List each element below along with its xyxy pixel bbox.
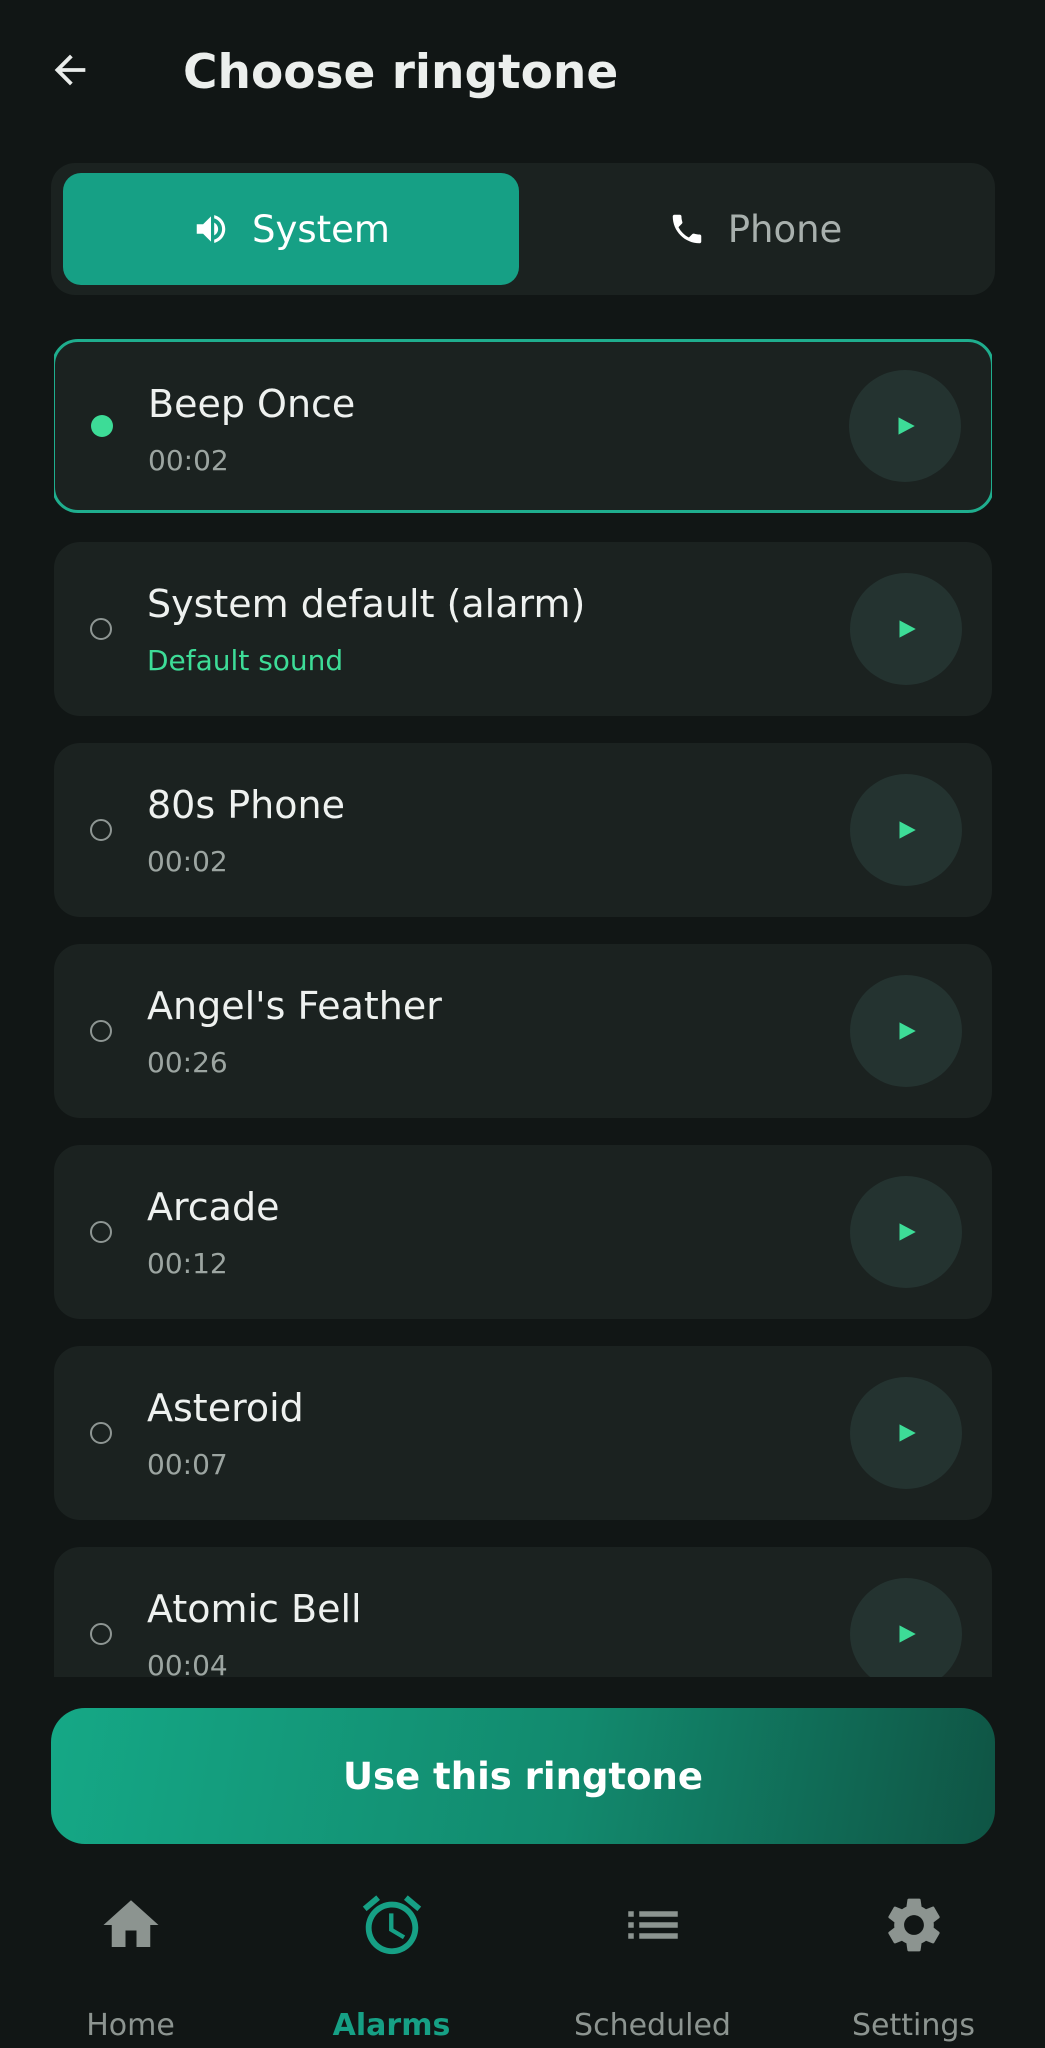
tab-phone-label: Phone xyxy=(727,207,843,251)
ringtone-item[interactable]: System default (alarm) Default sound xyxy=(54,542,992,716)
phone-icon xyxy=(672,214,701,244)
ringtone-list: Beep Once 00:02 System default (alarm) D… xyxy=(54,337,992,1677)
list-icon xyxy=(618,1890,688,1960)
ringtone-item[interactable]: Asteroid 00:07 xyxy=(54,1346,992,1520)
back-button[interactable] xyxy=(30,30,110,110)
ringtone-duration: 00:02 xyxy=(147,845,228,878)
ringtone-duration: 00:12 xyxy=(147,1247,228,1280)
play-icon xyxy=(899,821,916,839)
source-segmented-control: System Phone xyxy=(51,163,995,295)
radio-unselected[interactable] xyxy=(90,1623,112,1645)
arrow-left-icon xyxy=(54,54,86,86)
ringtone-item[interactable]: Atomic Bell 00:04 xyxy=(54,1547,992,1677)
play-button[interactable] xyxy=(850,774,962,886)
play-icon xyxy=(899,1625,916,1643)
play-button[interactable] xyxy=(850,573,962,685)
ringtone-duration: 00:26 xyxy=(147,1046,228,1079)
nav-label-home: Home xyxy=(86,2008,175,2043)
ringtone-item[interactable]: Beep Once 00:02 xyxy=(54,339,992,513)
play-button[interactable] xyxy=(850,1176,962,1288)
ringtone-item[interactable]: Angel's Feather 00:26 xyxy=(54,944,992,1118)
ringtone-item[interactable]: 80s Phone 00:02 xyxy=(54,743,992,917)
radio-unselected[interactable] xyxy=(90,1422,112,1444)
ringtone-name: Asteroid xyxy=(147,1386,304,1430)
radio-unselected[interactable] xyxy=(90,819,112,841)
ringtone-name: Beep Once xyxy=(148,382,356,426)
home-icon xyxy=(96,1890,166,1960)
radio-unselected[interactable] xyxy=(90,618,112,640)
top-app-bar: Choose ringtone xyxy=(0,0,1045,150)
play-button[interactable] xyxy=(850,1377,962,1489)
play-icon xyxy=(899,1223,916,1241)
speaker-icon xyxy=(196,215,226,243)
tab-phone[interactable]: Phone xyxy=(527,173,983,285)
ringtone-subtitle: Default sound xyxy=(147,644,344,677)
radio-selected[interactable] xyxy=(91,415,113,437)
radio-unselected[interactable] xyxy=(90,1221,112,1243)
nav-item-home[interactable]: Home xyxy=(0,1870,261,2048)
nav-item-scheduled[interactable]: Scheduled xyxy=(522,1870,783,2048)
nav-item-settings[interactable]: Settings xyxy=(783,1870,1044,2048)
ringtone-name: 80s Phone xyxy=(147,783,345,827)
play-icon xyxy=(898,417,915,435)
nav-item-alarms[interactable]: Alarms xyxy=(261,1870,522,2048)
ringtone-picker-screen: Choose ringtone System Phone Beep Once 0… xyxy=(0,0,1045,2048)
tab-system[interactable]: System xyxy=(63,173,519,285)
gear-icon xyxy=(879,1890,949,1960)
ringtone-duration: 00:07 xyxy=(147,1448,228,1481)
page-title: Choose ringtone xyxy=(183,45,619,100)
nav-label-settings: Settings xyxy=(851,2008,976,2043)
nav-label-alarms: Alarms xyxy=(332,2008,451,2043)
ringtone-duration: 00:04 xyxy=(147,1649,228,1677)
ringtone-name: System default (alarm) xyxy=(147,582,586,626)
ringtone-duration: 00:02 xyxy=(148,444,229,477)
play-button[interactable] xyxy=(849,370,961,482)
play-button[interactable] xyxy=(850,1578,962,1677)
ringtone-name: Arcade xyxy=(147,1185,280,1229)
play-icon xyxy=(899,1022,916,1040)
radio-unselected[interactable] xyxy=(90,1020,112,1042)
play-button[interactable] xyxy=(850,975,962,1087)
tab-system-label: System xyxy=(252,207,390,251)
bottom-navigation: Home Alarms Scheduled Settings xyxy=(0,1870,1045,2048)
alarm-clock-icon xyxy=(357,1890,427,1960)
play-icon xyxy=(899,1424,916,1442)
ringtone-item[interactable]: Arcade 00:12 xyxy=(54,1145,992,1319)
use-ringtone-button[interactable]: Use this ringtone xyxy=(51,1708,995,1844)
nav-label-scheduled: Scheduled xyxy=(574,2008,731,2043)
ringtone-name: Angel's Feather xyxy=(147,984,442,1028)
use-ringtone-label: Use this ringtone xyxy=(343,1754,703,1798)
ringtone-name: Atomic Bell xyxy=(147,1587,362,1631)
play-icon xyxy=(899,620,916,638)
